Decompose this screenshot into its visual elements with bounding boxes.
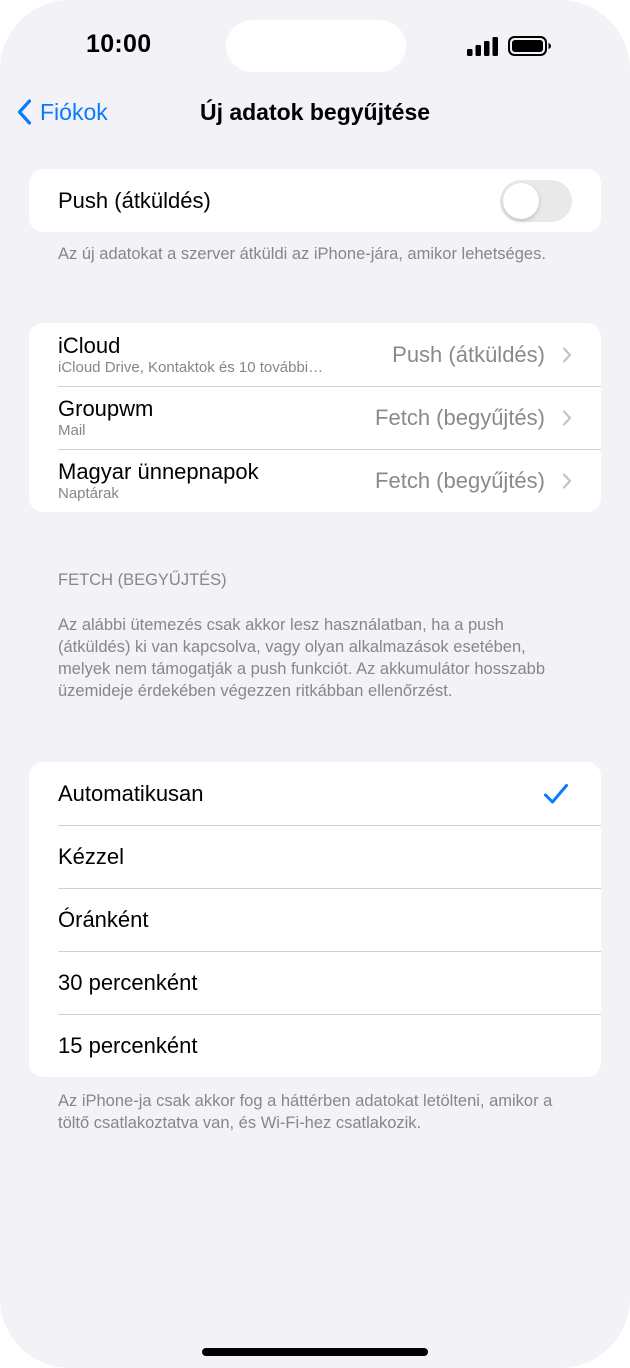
fetch-option-label: Óránként [58,906,149,932]
account-row-holidays[interactable]: Magyar ünnepnapok Naptárak Fetch (begyűj… [29,449,601,512]
push-label: Push (átküldés) [58,187,211,213]
account-detail: Mail [58,421,86,439]
account-name: iCloud [58,332,121,358]
chevron-right-icon [562,409,572,426]
battery-icon [508,36,551,56]
home-indicator[interactable] [202,1348,428,1356]
push-toggle[interactable] [500,179,572,222]
push-group: Push (átküldés) [29,169,601,232]
push-row: Push (átküldés) [29,169,601,232]
account-name: Magyar ünnepnapok [58,458,259,484]
fetch-option-label: Automatikusan [58,780,204,806]
fetch-options-group: Automatikusan Kézzel Óránként 30 percenk… [29,762,601,1077]
fetch-section-header: FETCH (BEGYŰJTÉS) [58,571,227,589]
chevron-right-icon [562,346,572,363]
account-fetch-mode: Fetch (begyűjtés) [375,467,545,493]
fetch-option-label: Kézzel [58,843,125,869]
fetch-option-hourly[interactable]: Óránként [29,888,601,951]
cellular-signal-icon [467,37,498,56]
dynamic-island [226,20,406,72]
fetch-option-30-minutes[interactable]: 30 percenként [29,951,601,1014]
status-time: 10:00 [86,30,152,58]
chevron-right-icon [562,472,572,489]
account-detail: Naptárak [58,484,119,502]
fetch-option-15-minutes[interactable]: 15 percenként [29,1014,601,1077]
push-note: Az új adatokat a szerver átküldi az iPho… [58,245,546,263]
account-name: Groupwm [58,395,154,421]
accounts-group: iCloud iCloud Drive, Kontaktok és 10 tov… [29,323,601,512]
fetch-option-automatic[interactable]: Automatikusan [29,762,601,825]
account-fetch-mode: Push (átküldés) [392,341,545,367]
phone-screen: 10:00 Fiókok Új adatok begyűjtése Push (… [0,0,630,1368]
account-row-groupwm[interactable]: Groupwm Mail Fetch (begyűjtés) [29,386,601,449]
account-fetch-mode: Fetch (begyűjtés) [375,404,545,430]
page-title: Új adatok begyűjtése [199,99,431,125]
checkmark-icon [544,783,568,803]
fetch-footer-note: Az iPhone-ja csak akkor fog a háttérben … [58,1092,553,1132]
fetch-option-manual[interactable]: Kézzel [29,825,601,888]
fetch-option-label: 30 percenként [58,969,198,995]
fetch-description: Az alábbi ütemezés csak akkor lesz haszn… [58,616,545,700]
fetch-option-label: 15 percenként [58,1032,198,1058]
toggle-knob [503,182,539,219]
account-detail: iCloud Drive, Kontaktok és 10 további… [58,358,324,376]
account-row-icloud[interactable]: iCloud iCloud Drive, Kontaktok és 10 tov… [29,323,601,386]
